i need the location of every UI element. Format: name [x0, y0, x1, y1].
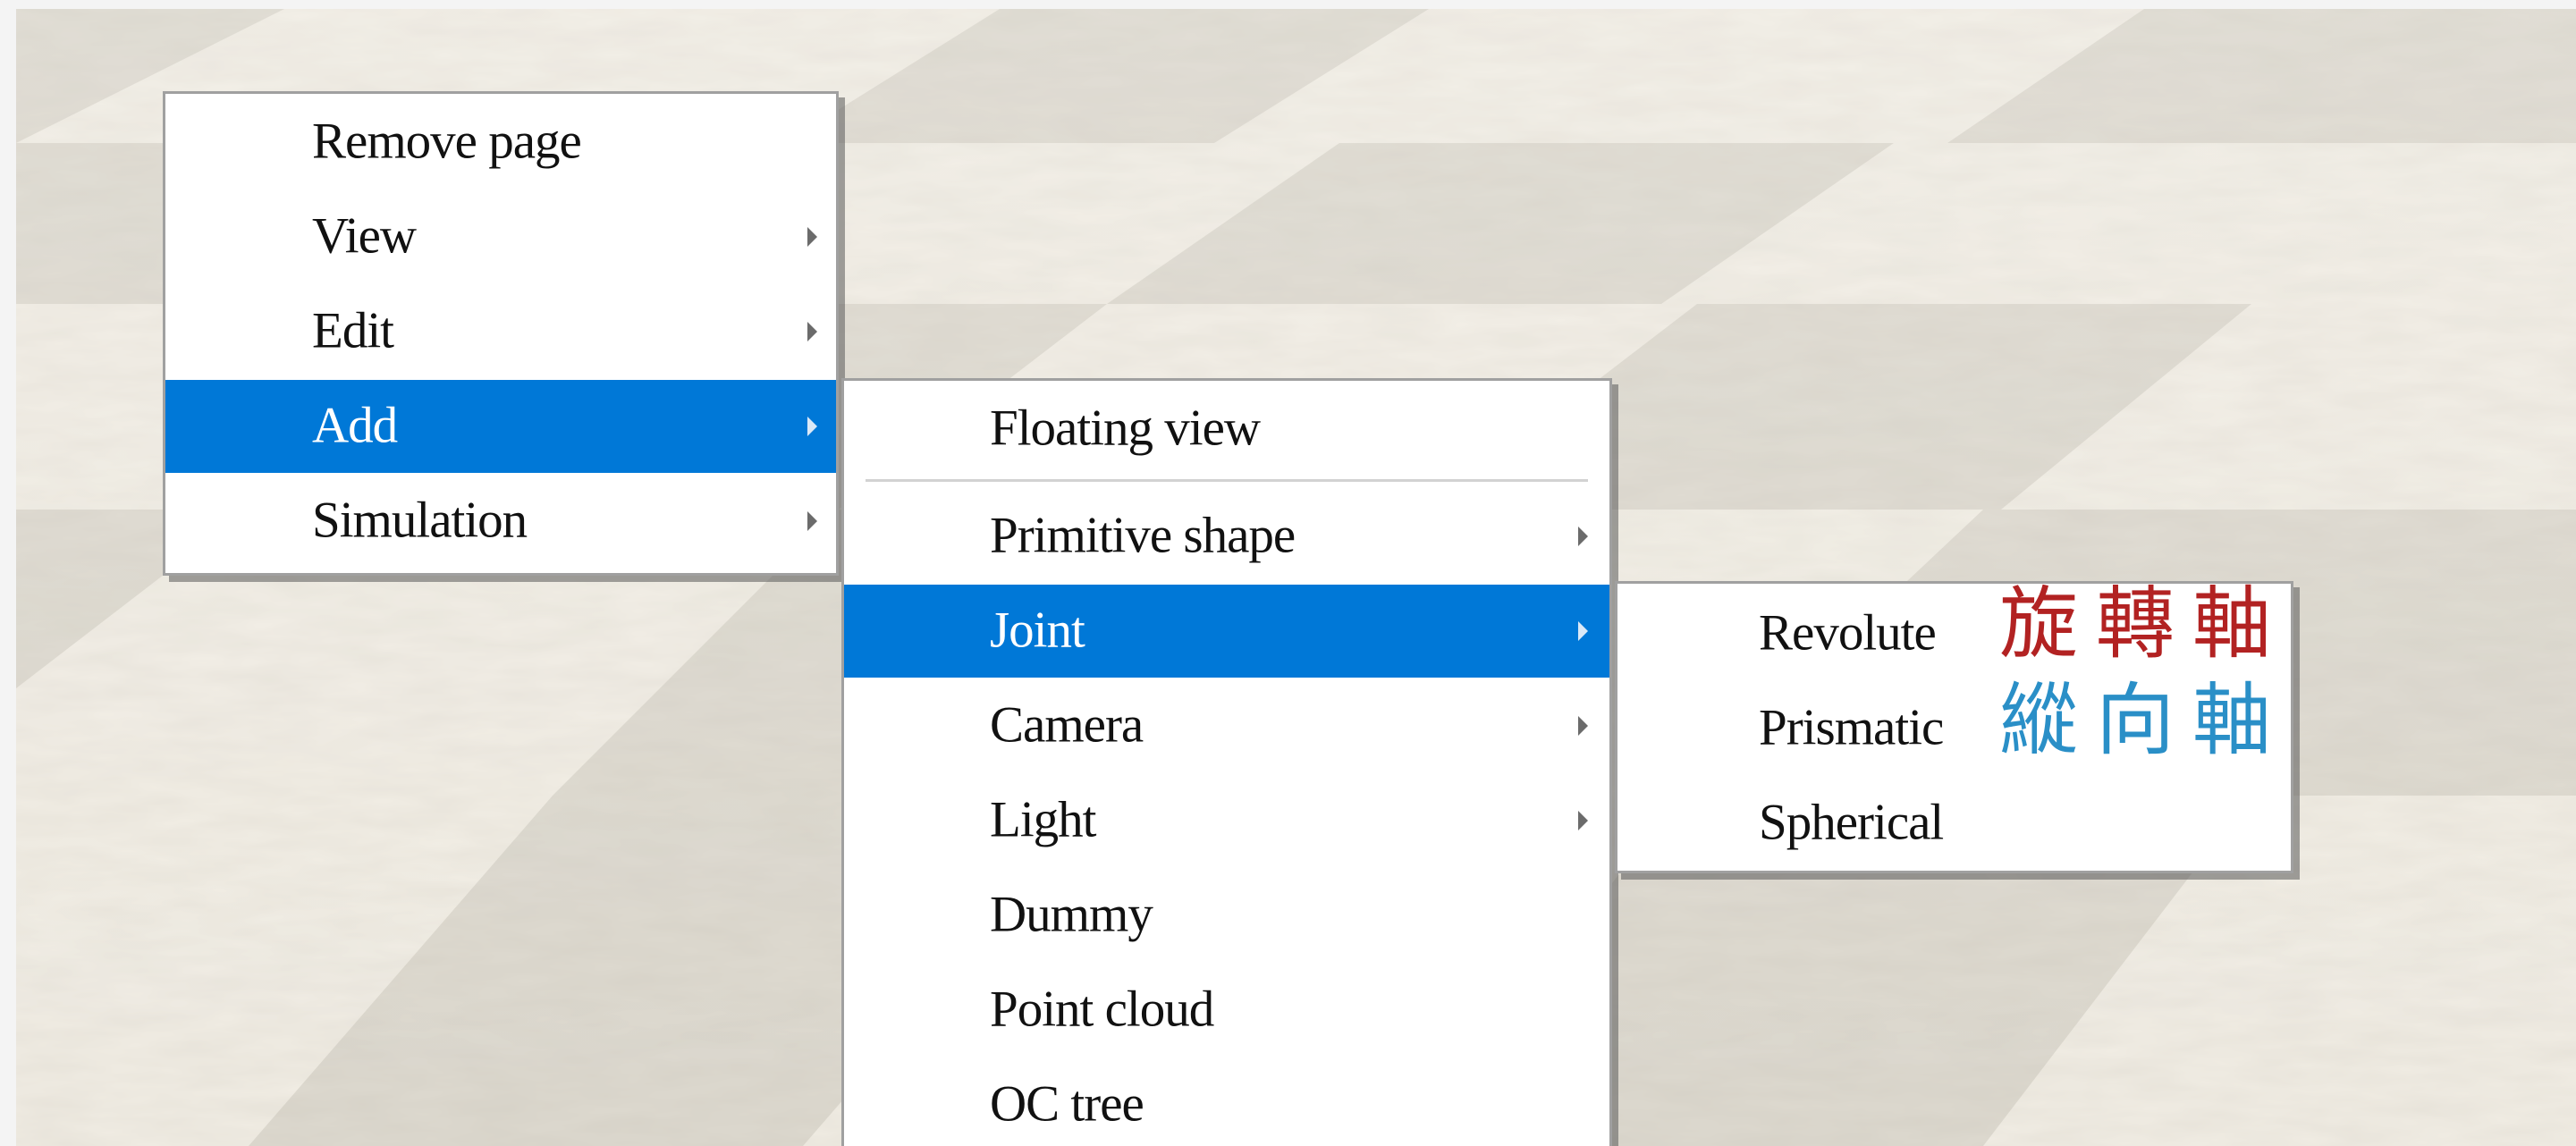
menu-item-label: Simulation: [312, 492, 528, 549]
menu-item-view[interactable]: View: [165, 190, 836, 283]
menu-item-label: Edit: [312, 302, 394, 359]
menu-item-label: Revolute: [1759, 604, 1937, 661]
menu-item-floating-view[interactable]: Floating view: [844, 383, 1609, 476]
submenu-arrow-icon: [807, 511, 817, 531]
submenu-arrow-icon: [1578, 527, 1588, 546]
menu-item-label: Spherical: [1759, 794, 1944, 851]
menu-item-label: View: [312, 207, 417, 265]
context-menu: Remove page View Edit Add Simulation: [163, 91, 839, 576]
menu-item-label: Point cloud: [990, 981, 1214, 1038]
menu-item-label: Remove page: [312, 113, 582, 170]
menu-item-simulation[interactable]: Simulation: [165, 475, 836, 568]
menu-separator: [866, 479, 1588, 482]
menu-item-remove-page[interactable]: Remove page: [165, 96, 836, 189]
submenu-arrow-icon: [807, 417, 817, 436]
revolute-annotation: 旋轉軸: [1999, 577, 2290, 670]
menu-item-edit[interactable]: Edit: [165, 285, 836, 378]
menu-item-light[interactable]: Light: [844, 774, 1609, 867]
menu-item-dummy[interactable]: Dummy: [844, 869, 1609, 962]
menu-item-joint[interactable]: Joint: [844, 585, 1609, 678]
menu-item-label: Primitive shape: [990, 507, 1296, 564]
menu-item-point-cloud[interactable]: Point cloud: [844, 964, 1609, 1057]
menu-item-add[interactable]: Add: [165, 380, 836, 473]
submenu-arrow-icon: [1578, 716, 1588, 736]
menu-item-label: Dummy: [990, 886, 1153, 943]
add-submenu: Floating view Primitive shape Joint Came…: [841, 378, 1612, 1146]
menu-item-label: OC tree: [990, 1075, 1144, 1133]
menu-item-label: Camera: [990, 696, 1144, 754]
submenu-arrow-icon: [807, 322, 817, 341]
menu-item-camera[interactable]: Camera: [844, 679, 1609, 772]
submenu-arrow-icon: [1578, 811, 1588, 830]
menu-item-label: Floating view: [990, 400, 1261, 457]
menu-item-label: Joint: [990, 602, 1085, 659]
submenu-arrow-icon: [807, 227, 817, 247]
menu-item-label: Light: [990, 791, 1096, 848]
submenu-arrow-icon: [1578, 621, 1588, 641]
prismatic-annotation: 縱向軸: [1999, 674, 2290, 766]
menu-item-spherical[interactable]: Spherical: [1617, 777, 2291, 870]
menu-item-label: Prismatic: [1759, 699, 1944, 756]
menu-item-primitive-shape[interactable]: Primitive shape: [844, 490, 1609, 583]
menu-item-label: Add: [312, 397, 398, 454]
scene-viewport[interactable]: Remove page View Edit Add Simulation Flo…: [16, 9, 2576, 1146]
menu-item-oc-tree[interactable]: OC tree: [844, 1058, 1609, 1146]
